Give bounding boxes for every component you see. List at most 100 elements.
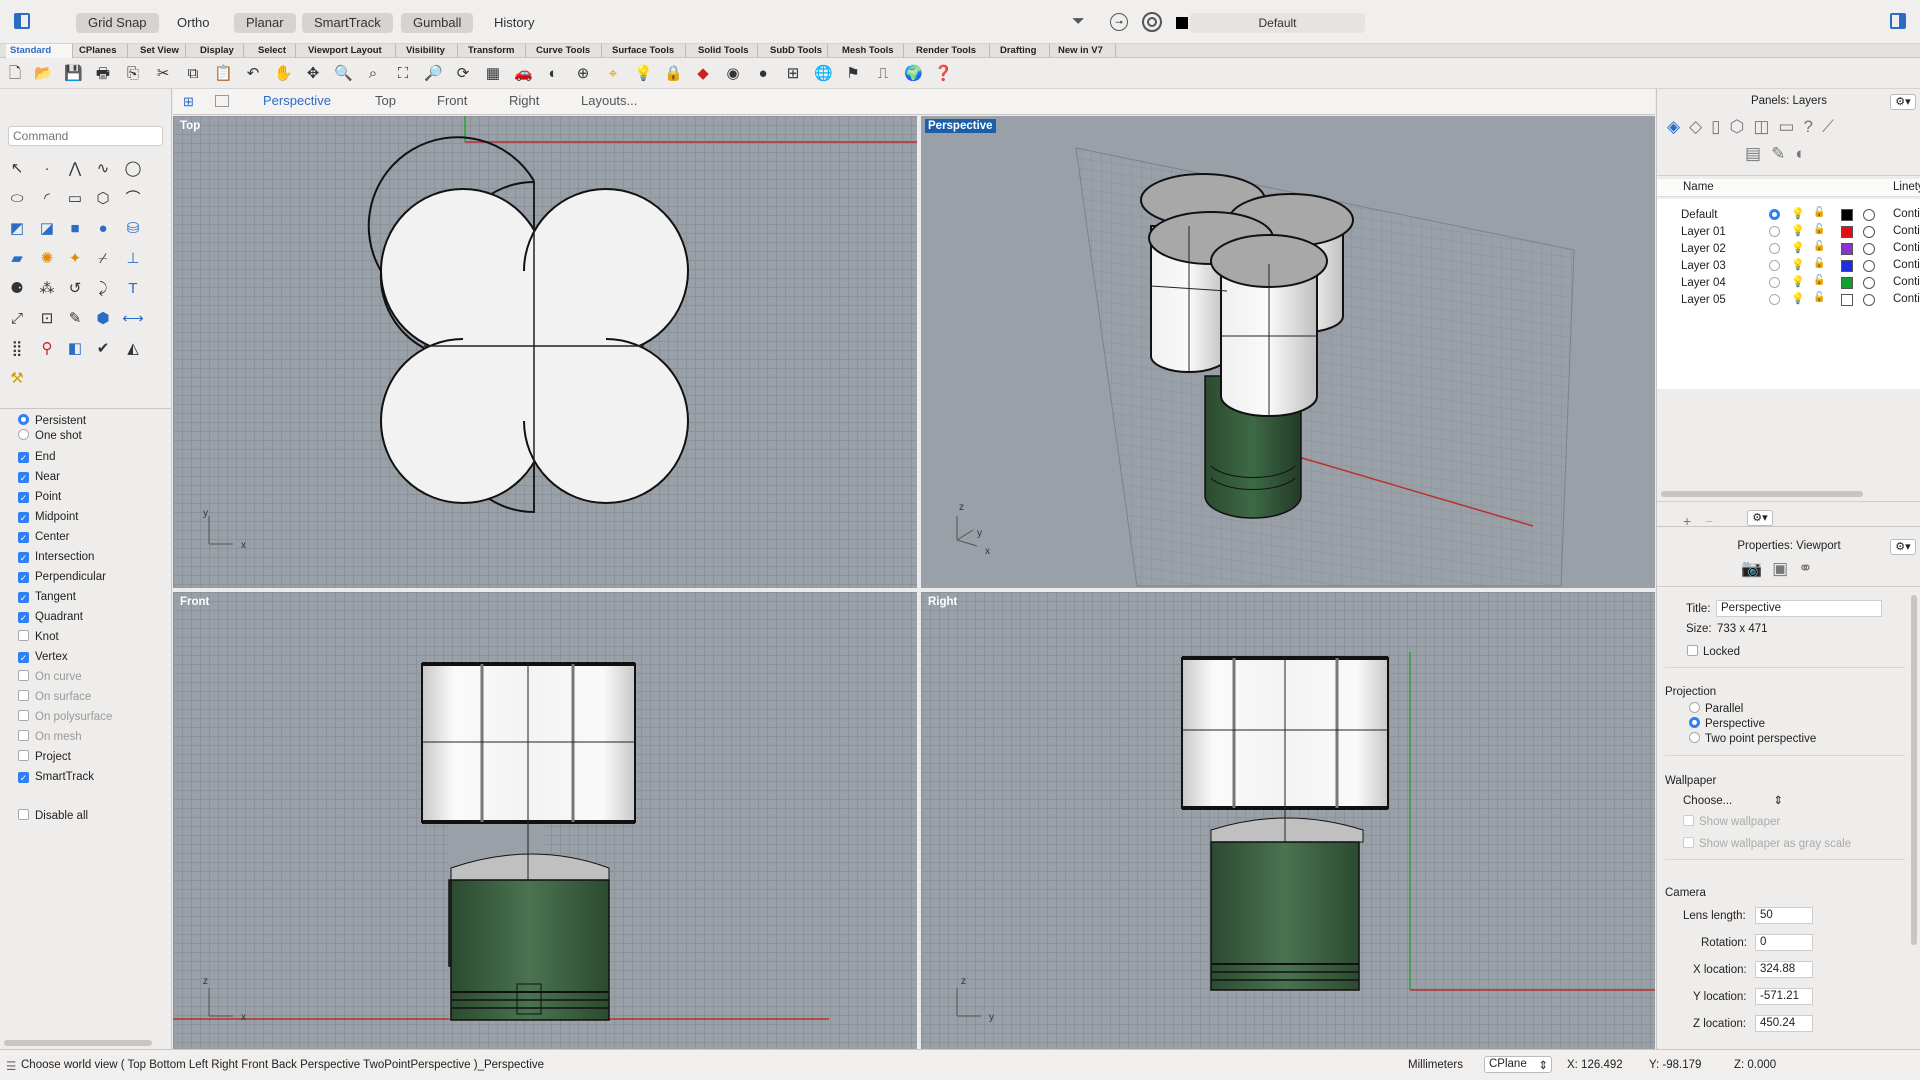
layer-name[interactable]: Layer 02 <box>1681 241 1726 258</box>
layer-material-icon[interactable] <box>1863 226 1875 238</box>
layer-visibility-icon[interactable]: 💡 <box>1791 241 1805 254</box>
tab-cplanes[interactable]: CPlanes <box>75 44 128 58</box>
osnap-item[interactable]: Project <box>18 749 71 765</box>
osnap-item[interactable]: On mesh <box>18 729 82 745</box>
render-icon[interactable]: 🌐 <box>814 65 833 83</box>
layer-name[interactable]: Layer 03 <box>1681 258 1726 275</box>
cylinder-icon[interactable]: ⛁ <box>122 218 144 240</box>
car-icon[interactable]: 🚗 <box>514 65 533 83</box>
mesh-icon[interactable]: ⊞ <box>784 65 802 83</box>
osnap-one-shot[interactable]: One shot <box>18 428 82 444</box>
properties-gear-icon[interactable]: ⚙▾ <box>1890 539 1916 555</box>
check-icon[interactable]: ✔ <box>92 338 114 360</box>
render-tool-icon[interactable]: ◭ <box>122 338 144 360</box>
tab-drafting[interactable]: Drafting <box>996 44 1050 58</box>
osnap-checkbox[interactable] <box>18 750 29 761</box>
layer-lock-icon[interactable]: 🔓 <box>1813 241 1825 252</box>
layer-material-icon[interactable] <box>1863 294 1875 306</box>
four-view-icon[interactable]: ⊞ <box>183 95 197 109</box>
osnap-checkbox[interactable]: ✓ <box>18 652 29 663</box>
layer-row[interactable]: Default 💡 🔓 Conti <box>1657 207 1920 224</box>
layer-lock-icon[interactable]: 🔓 <box>1813 224 1825 235</box>
rotate-view-icon[interactable]: ⟳ <box>454 65 472 83</box>
left-scrollbar[interactable] <box>4 1040 152 1046</box>
layer-color-swatch[interactable] <box>1841 226 1853 238</box>
panel-toggle-icon[interactable] <box>1890 13 1906 29</box>
layer-color-swatch[interactable] <box>1841 277 1853 289</box>
tab-new-in-v7[interactable]: New in V7 <box>1054 44 1116 58</box>
zoom-window-icon[interactable]: ⌕ <box>364 65 382 83</box>
show-gray-checkbox[interactable]: Show wallpaper as gray scale <box>1683 837 1851 850</box>
tab-set-view[interactable]: Set View <box>136 44 186 58</box>
snap-icon[interactable]: ⌖ <box>604 65 622 83</box>
osnap-item[interactable]: ✓ Perpendicular <box>18 569 106 585</box>
solid-ops-icon[interactable]: ⚈ <box>6 278 28 300</box>
osnap-checkbox[interactable] <box>18 710 29 721</box>
tab-curve-tools[interactable]: Curve Tools <box>532 44 602 58</box>
notes-tab-icon[interactable]: ▤ <box>1745 144 1771 163</box>
osnap-item[interactable]: On surface <box>18 689 91 705</box>
split-icon[interactable]: ⤸ <box>92 278 114 300</box>
osnap-checkbox[interactable]: ✓ <box>18 772 29 783</box>
save-icon[interactable]: 💾 <box>64 65 83 83</box>
layer-linetype[interactable]: Conti <box>1893 276 1920 288</box>
gumball-toggle[interactable]: Gumball <box>401 13 474 33</box>
layers-scrollbar[interactable] <box>1661 491 1863 497</box>
layer-row[interactable]: Layer 02 💡 🔓 Conti <box>1657 241 1920 258</box>
viewport-right[interactable]: Right z y <box>921 592 1655 1049</box>
osnap-item[interactable]: ✓ Point <box>18 489 61 505</box>
help-tab-icon[interactable]: ? <box>1803 117 1821 136</box>
trim-icon[interactable]: ⌿ <box>92 248 114 270</box>
open-file-icon[interactable]: 📂 <box>34 65 53 83</box>
tab-transform[interactable]: Transform <box>464 44 526 58</box>
properties-scrollbar[interactable] <box>1911 595 1917 945</box>
tab-display[interactable]: Display <box>196 44 244 58</box>
cplane-icon[interactable]: ⊕ <box>574 65 592 83</box>
record-history-icon[interactable]: ⊸ <box>1110 13 1128 31</box>
block-icon[interactable]: ⬢ <box>92 308 114 330</box>
layer-name[interactable]: Default <box>1681 207 1717 224</box>
box-icon[interactable]: ■ <box>64 218 86 240</box>
layer-lock-icon[interactable]: 🔓 <box>1813 275 1825 286</box>
col-name[interactable]: Name <box>1683 181 1714 193</box>
array-icon[interactable]: ⊡ <box>36 308 58 330</box>
osnap-checkbox[interactable]: ✓ <box>18 512 29 523</box>
extrude-icon[interactable]: ⊥ <box>122 248 144 270</box>
osnap-item[interactable]: ✓ Vertex <box>18 649 68 665</box>
grid-array-icon[interactable]: ⣿ <box>6 338 28 360</box>
sphere-icon[interactable]: ● <box>754 65 772 83</box>
layers-gear-icon[interactable]: ⚙▾ <box>1890 94 1916 110</box>
layer-current-radio[interactable] <box>1769 243 1780 254</box>
tab-select[interactable]: Select <box>254 44 296 58</box>
layer-name[interactable]: Layer 05 <box>1681 292 1726 309</box>
edit-icon[interactable]: ✎ <box>64 308 86 330</box>
mesh-tool-icon[interactable]: ▰ <box>6 248 28 270</box>
title-field[interactable]: Perspective <box>1716 600 1882 617</box>
layer-color-swatch[interactable] <box>1841 294 1853 306</box>
join-icon[interactable]: ↺ <box>64 278 86 300</box>
layer-row[interactable]: Layer 03 💡 🔓 Conti <box>1657 258 1920 275</box>
projection-parallel[interactable]: Parallel <box>1689 702 1743 715</box>
osnap-checkbox[interactable]: ✓ <box>18 452 29 463</box>
layer-row[interactable]: Layer 01 💡 🔓 Conti <box>1657 224 1920 241</box>
help-icon[interactable]: ❓ <box>934 65 953 83</box>
layer-material-icon[interactable] <box>1863 243 1875 255</box>
filter-icon[interactable]: ⏷ <box>1072 13 1085 31</box>
osnap-checkbox[interactable]: ✓ <box>18 552 29 563</box>
rectangle-icon[interactable]: ▭ <box>64 188 86 210</box>
tab-subd-tools[interactable]: SubD Tools <box>766 44 828 58</box>
osnap-persistent[interactable]: Persistent <box>18 413 86 429</box>
page-tab-icon[interactable]: ▯ <box>1711 117 1729 136</box>
polyline-icon[interactable]: ⋀ <box>64 158 86 180</box>
tab-visibility[interactable]: Visibility <box>402 44 458 58</box>
osnap-item[interactable]: ✓ Center <box>18 529 70 545</box>
point-icon[interactable]: · <box>36 158 58 180</box>
cut-icon[interactable]: ✂ <box>154 65 172 83</box>
osnap-checkbox[interactable]: ✓ <box>18 612 29 623</box>
vptab-layouts[interactable]: Layouts... <box>581 93 637 108</box>
print-icon[interactable]: 🖶 <box>94 65 112 83</box>
tab-render-tools[interactable]: Render Tools <box>912 44 990 58</box>
layers-tab-icon[interactable]: ◈ <box>1667 117 1689 136</box>
osnap-item[interactable]: ✓ Intersection <box>18 549 94 565</box>
layer-material-icon[interactable] <box>1863 209 1875 221</box>
